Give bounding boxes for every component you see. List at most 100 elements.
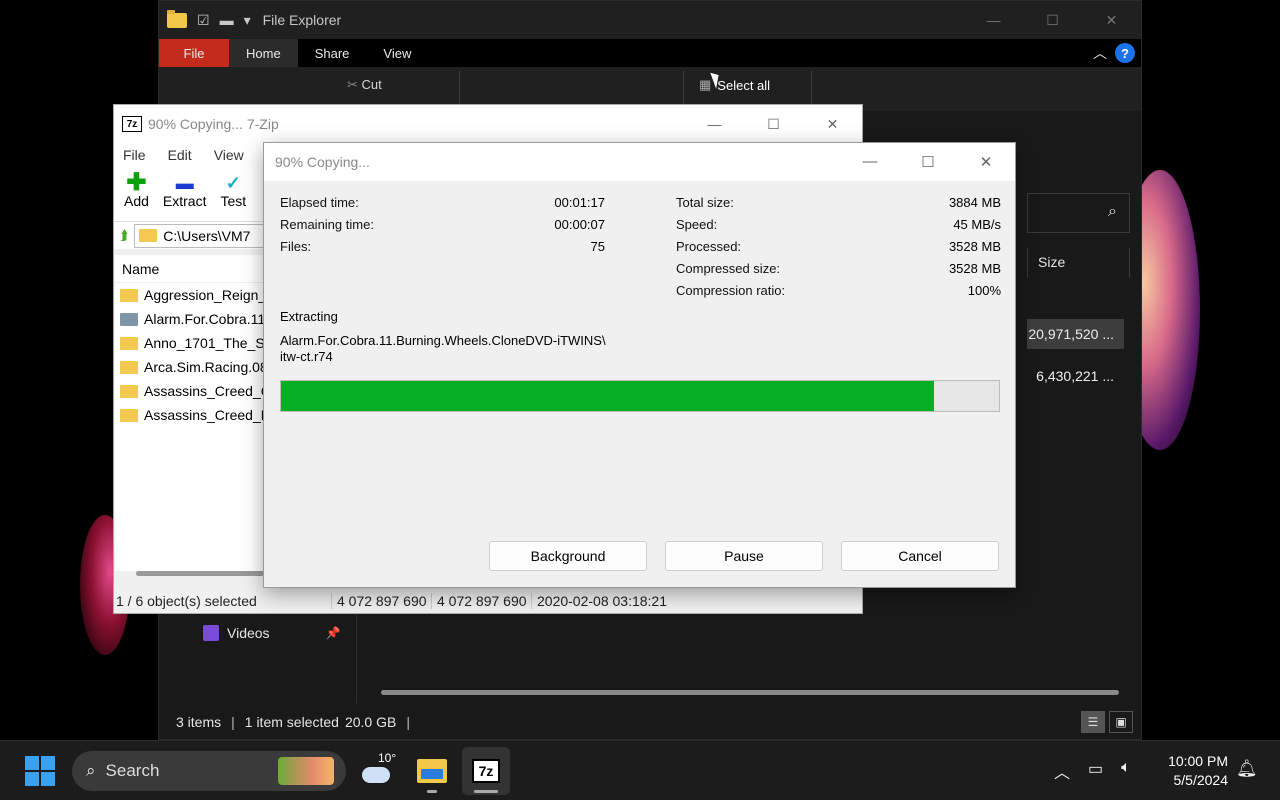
stat-label: Compression ratio:	[676, 283, 786, 298]
maximize-button[interactable]: ☐	[1023, 1, 1082, 39]
folder-icon	[120, 288, 138, 302]
select-all-button[interactable]: ▦ Select all	[699, 77, 770, 93]
stat-label: Elapsed time:	[280, 195, 359, 210]
7zip-title: 90% Copying... 7-Zip	[148, 116, 279, 132]
nav-item-videos[interactable]: Videos 📌	[203, 625, 341, 641]
check-icon: ✓	[225, 173, 241, 193]
minimize-button[interactable]: —	[964, 1, 1023, 39]
list-item[interactable]: Arca.Sim.Racing.08	[115, 355, 265, 379]
horizontal-scrollbar[interactable]	[136, 571, 264, 576]
windows-start-button[interactable]	[25, 756, 55, 786]
videos-icon	[203, 625, 219, 641]
scissors-icon: ✂	[347, 77, 358, 92]
list-item[interactable]: Assassins_Creed_Rl	[115, 403, 265, 427]
weather-temp: 10°	[378, 751, 397, 765]
close-button[interactable]: ✕	[1082, 1, 1141, 39]
close-button[interactable]: ✕	[803, 116, 862, 133]
tab-share[interactable]: Share	[298, 39, 367, 67]
ribbon-divider	[683, 71, 684, 105]
column-header-size[interactable]: Size	[1027, 248, 1130, 278]
folder-icon	[139, 229, 158, 242]
explorer-titlebar: ☑ ▬ ▾ File Explorer — ☐ ✕	[159, 1, 1141, 39]
folder-icon	[120, 408, 138, 422]
file-name: Aggression_Reign_	[144, 287, 265, 303]
column-header-name[interactable]: Name	[115, 255, 265, 283]
maximize-button[interactable]: ☐	[899, 153, 957, 171]
stat-value: 100%	[967, 283, 1001, 298]
extract-button[interactable]: ▬ Extract	[163, 173, 207, 221]
new-folder-icon[interactable]: ▬	[220, 12, 234, 28]
pin-icon[interactable]: 📌	[326, 626, 341, 640]
background-button[interactable]: Background	[489, 541, 647, 571]
chevron-up-icon[interactable]: ︿	[1093, 43, 1107, 63]
list-item[interactable]: Anno_1701_The_Su	[115, 331, 265, 355]
stat-value: 45 MB/s	[953, 217, 1001, 232]
notification-bell-icon[interactable]: 🔔︎	[1236, 759, 1258, 779]
search-icon: ⌕	[86, 761, 96, 780]
time-stats: Elapsed time: 00:01:17 Remaining time: 00:…	[280, 195, 605, 261]
folder-icon	[120, 336, 138, 350]
volume-icon[interactable]: 🔈︎	[1121, 759, 1131, 783]
explorer-title: File Explorer	[262, 12, 342, 28]
file-size-cell[interactable]: 20,971,520 ...	[1027, 319, 1124, 349]
7zip-statusbar: 1 / 6 object(s) selected 4 072 897 690 4…	[114, 589, 862, 613]
minimize-button[interactable]: —	[685, 116, 744, 133]
menu-file[interactable]: File	[123, 147, 146, 163]
file-name: Assassins_Creed_Cl	[144, 383, 265, 399]
stat-row: Speed: 45 MB/s	[676, 217, 1001, 239]
checkmark-icon[interactable]: ☑	[197, 12, 210, 29]
menu-edit[interactable]: Edit	[168, 147, 192, 163]
tool-label: Test	[220, 193, 247, 209]
progress-fill	[281, 381, 935, 411]
help-icon[interactable]: ?	[1115, 43, 1135, 63]
up-folder-icon[interactable]: ⮭	[120, 227, 128, 244]
operation-label: Extracting	[280, 309, 338, 324]
test-button[interactable]: ✓ Test	[221, 173, 247, 221]
file-name: Arca.Sim.Racing.08	[144, 359, 265, 375]
clock-date: 5/5/2024	[1173, 772, 1229, 788]
tab-view[interactable]: View	[366, 39, 428, 67]
close-button[interactable]: ✕	[957, 153, 1015, 171]
7zip-icon: 7z	[472, 759, 500, 783]
explorer-statusbar: 3 items | 1 item selected 20.0 GB | ☰ ▣	[159, 705, 1141, 739]
minimize-button[interactable]: —	[841, 153, 899, 171]
window-controls: — ☐ ✕	[964, 1, 1141, 39]
chevron-up-icon[interactable]: ︿	[1054, 759, 1070, 783]
file-size-cell[interactable]: 6,430,221 ...	[1027, 361, 1124, 391]
horizontal-scrollbar[interactable]	[381, 690, 1119, 695]
active-indicator	[474, 790, 498, 793]
network-icon[interactable]: ▭	[1088, 759, 1103, 783]
maximize-button[interactable]: ☐	[744, 116, 803, 133]
file-name: Assassins_Creed_Rl	[144, 407, 265, 423]
taskbar-7zip[interactable]: 7z	[462, 747, 510, 795]
pause-button[interactable]: Pause	[665, 541, 823, 571]
add-button[interactable]: ✚ Add	[124, 171, 149, 221]
list-item[interactable]: Aggression_Reign_	[115, 283, 265, 307]
ribbon-divider	[459, 71, 460, 105]
taskbar-file-explorer[interactable]	[408, 747, 456, 795]
nav-item-label: Videos	[227, 625, 270, 641]
file-explorer-icon	[417, 759, 447, 783]
path-line: Alarm.For.Cobra.11.Burning.Wheels.CloneD…	[280, 333, 606, 348]
folder-icon	[167, 9, 187, 28]
stat-value: 00:01:17	[554, 195, 605, 210]
list-item[interactable]: Alarm.For.Cobra.11	[115, 307, 265, 331]
stat-label: Total size:	[676, 195, 734, 210]
tab-file[interactable]: File	[159, 39, 229, 67]
list-item[interactable]: Assassins_Creed_Cl	[115, 379, 265, 403]
search-highlight-image	[278, 757, 334, 785]
menu-view[interactable]: View	[214, 147, 244, 163]
stat-label: Remaining time:	[280, 217, 374, 232]
stat-row: Processed: 3528 MB	[676, 239, 1001, 261]
weather-widget[interactable]: 10°	[362, 751, 402, 791]
dialog-title: 90% Copying...	[275, 154, 370, 170]
search-box[interactable]: ⌕	[1027, 193, 1130, 233]
large-icons-view-icon[interactable]: ▣	[1109, 711, 1133, 733]
cancel-button[interactable]: Cancel	[841, 541, 999, 571]
details-view-icon[interactable]: ☰	[1081, 711, 1105, 733]
tab-home[interactable]: Home	[229, 39, 298, 67]
cut-button[interactable]: ✂ Cut	[347, 77, 382, 93]
chevron-down-icon[interactable]: ▾	[244, 12, 251, 29]
clock[interactable]: 10:00 PM 5/5/2024	[1160, 752, 1228, 790]
taskbar-search[interactable]: ⌕ Search	[72, 751, 346, 791]
